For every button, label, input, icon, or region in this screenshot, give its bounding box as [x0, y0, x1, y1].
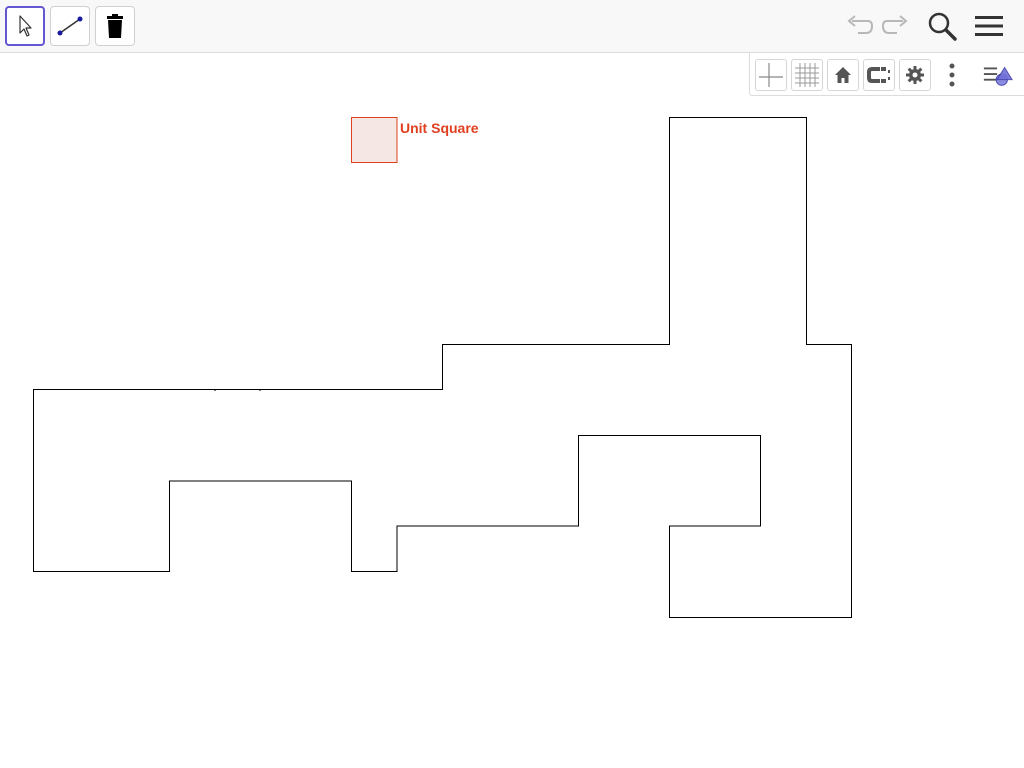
point-capture-icon	[867, 67, 890, 83]
graphics-style-bar	[749, 53, 1024, 96]
gear-icon	[906, 66, 924, 84]
graphics-settings-button[interactable]	[899, 59, 931, 91]
trash-icon	[107, 14, 123, 38]
standard-view-button[interactable]	[827, 59, 859, 91]
toggle-axes-button[interactable]	[755, 59, 787, 91]
search-button[interactable]	[924, 8, 960, 44]
grid-icon	[795, 63, 819, 87]
home-icon	[835, 67, 851, 83]
unit-square[interactable]	[351, 117, 398, 163]
hamburger-menu-icon	[975, 16, 1003, 36]
move-arrow-icon	[19, 15, 32, 37]
undo-icon	[847, 15, 874, 34]
segment-icon	[57, 16, 83, 36]
toggle-grid-button[interactable]	[791, 59, 823, 91]
redo-button[interactable]	[878, 8, 914, 44]
axes-icon	[759, 63, 783, 87]
segment-tool-button[interactable]	[50, 6, 90, 46]
more-options-button[interactable]	[936, 59, 968, 91]
redo-icon	[881, 15, 908, 34]
move-tool-button[interactable]	[5, 6, 45, 46]
delete-tool-button[interactable]	[95, 6, 135, 46]
rectilinear-polygon[interactable]	[33, 117, 852, 618]
top-toolbar	[0, 0, 1024, 53]
unit-square-label: Unit Square	[400, 120, 479, 136]
graphics-view[interactable]	[0, 0, 1024, 768]
search-icon	[928, 12, 957, 41]
undo-button[interactable]	[841, 8, 877, 44]
main-menu-button[interactable]	[971, 8, 1007, 44]
style-bar-toggle-button[interactable]	[982, 59, 1014, 91]
more-vertical-icon	[949, 63, 955, 87]
style-bar-toggle-icon	[983, 66, 1013, 86]
point-capturing-button[interactable]	[863, 59, 895, 91]
